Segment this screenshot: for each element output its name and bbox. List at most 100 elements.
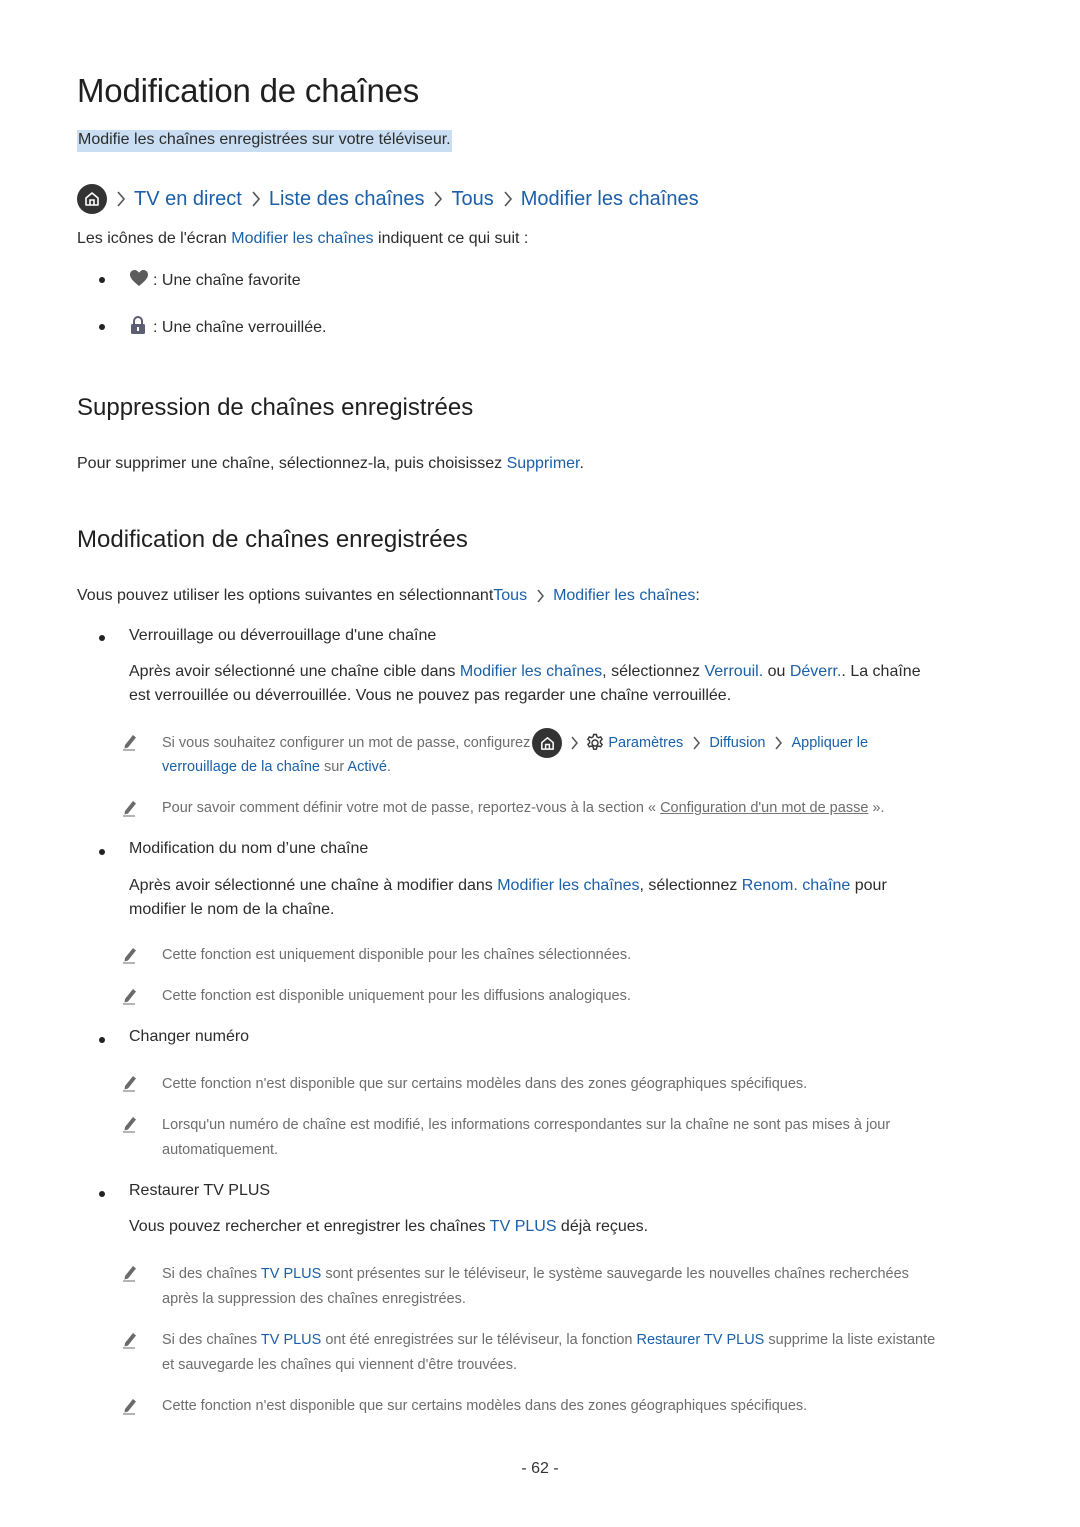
rename-channel-link[interactable]: Renom. chaîne [742, 877, 851, 894]
pencil-note-icon [121, 799, 139, 817]
note-change-number-1: Cette fonction n'est disponible que sur … [162, 1076, 808, 1092]
text: . [579, 455, 584, 472]
chevron-right-icon [536, 588, 545, 604]
manual-page: Modification de chaînes Modifie les chaî… [0, 0, 1080, 1527]
text: Les icônes de l'écran [77, 230, 232, 247]
tv-plus-link[interactable]: TV PLUS [490, 1218, 557, 1235]
note-password-line1: Si vous souhaitez configurer un mot de p… [162, 728, 868, 758]
text: Si des chaînes [162, 1266, 261, 1282]
option-rename-text-line1: Après avoir sélectionné une chaîne à mod… [129, 877, 887, 895]
bullet [99, 849, 105, 855]
password-config-link[interactable]: Configuration d'un mot de passe [660, 800, 868, 816]
chevron-right-icon [692, 735, 701, 751]
option-change-number-label[interactable]: Changer numéro [129, 1028, 249, 1046]
settings-link[interactable]: Paramètres [608, 735, 683, 751]
note-rename-2: Cette fonction est disponible uniquement… [162, 988, 631, 1004]
delete-text: Pour supprimer une chaîne, sélectionnez-… [77, 455, 584, 473]
chevron-right-icon [433, 190, 443, 208]
text: ou [763, 663, 790, 680]
lock-icon [129, 315, 147, 340]
text: supprime la liste existante [764, 1332, 936, 1348]
text: , sélectionnez [602, 663, 705, 680]
pencil-note-icon [121, 733, 139, 751]
edit-channels-link[interactable]: Modifier les chaînes [497, 877, 639, 894]
breadcrumb-item-edit-channels[interactable]: Modifier les chaînes [521, 188, 699, 211]
all-link[interactable]: Tous [493, 587, 527, 605]
bullet [99, 324, 105, 330]
edit-intro: Vous pouvez utiliser les options suivant… [77, 587, 700, 605]
chevron-right-icon [503, 190, 513, 208]
note-restore-2-line2: et sauvegarde les chaînes qui viennent d… [162, 1357, 518, 1373]
edit-channels-link[interactable]: Modifier les chaînes [231, 230, 373, 247]
lock-link[interactable]: Verrouil. [704, 663, 763, 680]
broadcast-link[interactable]: Diffusion [709, 735, 765, 751]
text: Si vous souhaitez configurer un mot de p… [162, 735, 531, 751]
legend-locked: : Une chaîne verrouillée. [129, 315, 326, 340]
tv-plus-link[interactable]: TV PLUS [261, 1332, 321, 1348]
option-restore-label[interactable]: Restaurer TV PLUS [129, 1182, 270, 1200]
restore-tv-plus-link[interactable]: Restaurer TV PLUS [636, 1332, 764, 1348]
note-restore-2-line1: Si des chaînes TV PLUS ont été enregistr… [162, 1332, 935, 1348]
home-icon[interactable] [532, 728, 563, 758]
pencil-note-icon [121, 987, 139, 1005]
note-rename-1: Cette fonction est uniquement disponible… [162, 947, 632, 963]
legend-favorite: : Une chaîne favorite [129, 269, 301, 292]
option-lock-label: Verrouillage ou déverrouillage d'une cha… [129, 627, 437, 644]
text: indiquent ce qui suit : [373, 230, 529, 247]
legend-text: : Une chaîne verrouillée. [153, 318, 327, 336]
pencil-note-icon [121, 946, 139, 964]
chevron-right-icon [116, 190, 126, 208]
bullet [99, 277, 105, 283]
section-heading-edit: Modification de chaînes enregistrées [77, 526, 468, 553]
pencil-note-icon [121, 1074, 139, 1092]
pencil-note-icon [121, 1397, 139, 1415]
page-subtitle: Modifie les chaînes enregistrées sur vot… [77, 130, 452, 152]
text: Après avoir sélectionné une chaîne à mod… [129, 877, 498, 894]
option-lock-text-line1: Après avoir sélectionné une chaîne cible… [129, 663, 921, 681]
breadcrumb-item-all[interactable]: Tous [451, 188, 493, 211]
chevron-right-icon [570, 735, 579, 751]
note-change-number-2-line2: automatiquement. [162, 1142, 279, 1158]
breadcrumb-item-channel-list[interactable]: Liste des chaînes [269, 188, 425, 211]
bullet [99, 1037, 105, 1043]
text: ont été enregistrées sur le téléviseur, … [321, 1332, 637, 1348]
pencil-note-icon [121, 1331, 139, 1349]
edit-channels-link[interactable]: Modifier les chaînes [553, 587, 695, 605]
text: : [695, 587, 700, 604]
pencil-note-icon [121, 1264, 139, 1282]
section-heading-delete: Suppression de chaînes enregistrées [77, 394, 474, 421]
breadcrumb-item-live-tv[interactable]: TV en direct [134, 188, 242, 211]
apply-channel-lock-link[interactable]: verrouillage de la chaîne [162, 759, 320, 775]
chevron-right-icon [774, 735, 783, 751]
gear-icon [585, 733, 605, 753]
enabled-link[interactable]: Activé [347, 759, 387, 775]
apply-channel-lock-link[interactable]: Appliquer le [791, 735, 868, 751]
pencil-note-icon [121, 1115, 139, 1133]
note-password-line2: verrouillage de la chaîne sur Activé. [162, 759, 391, 775]
text: Vous pouvez utiliser les options suivant… [77, 587, 494, 604]
text: déjà reçues. [556, 1218, 649, 1235]
text: Pour supprimer une chaîne, sélectionnez-… [77, 455, 507, 472]
delete-link[interactable]: Supprimer [507, 455, 580, 472]
heart-icon [129, 269, 149, 292]
text: Pour savoir comment définir votre mot de… [162, 800, 661, 816]
option-rename-text-line2: modifier le nom de la chaîne. [129, 901, 335, 918]
home-icon[interactable] [77, 184, 107, 214]
text: pour [850, 877, 887, 894]
edit-channels-link[interactable]: Modifier les chaînes [460, 663, 602, 680]
page-number: - 62 - [521, 1460, 559, 1477]
bullet [99, 1191, 105, 1197]
text: . [386, 759, 391, 775]
unlock-link[interactable]: Déverr. [790, 663, 842, 680]
option-rename-label: Modification du nom d’une chaîne [129, 840, 369, 857]
text: , sélectionnez [639, 877, 742, 894]
bullet [99, 635, 105, 641]
text: . La chaîne [841, 663, 921, 680]
option-restore-text: Vous pouvez rechercher et enregistrer le… [129, 1218, 648, 1236]
text: ». [868, 800, 885, 816]
text: Si des chaînes [162, 1332, 261, 1348]
legend-text: : Une chaîne favorite [153, 271, 301, 289]
note-restore-1-line2: après la suppression des chaînes enregis… [162, 1291, 466, 1307]
tv-plus-link[interactable]: TV PLUS [261, 1266, 321, 1282]
note-password-reference: Pour savoir comment définir votre mot de… [162, 800, 885, 816]
